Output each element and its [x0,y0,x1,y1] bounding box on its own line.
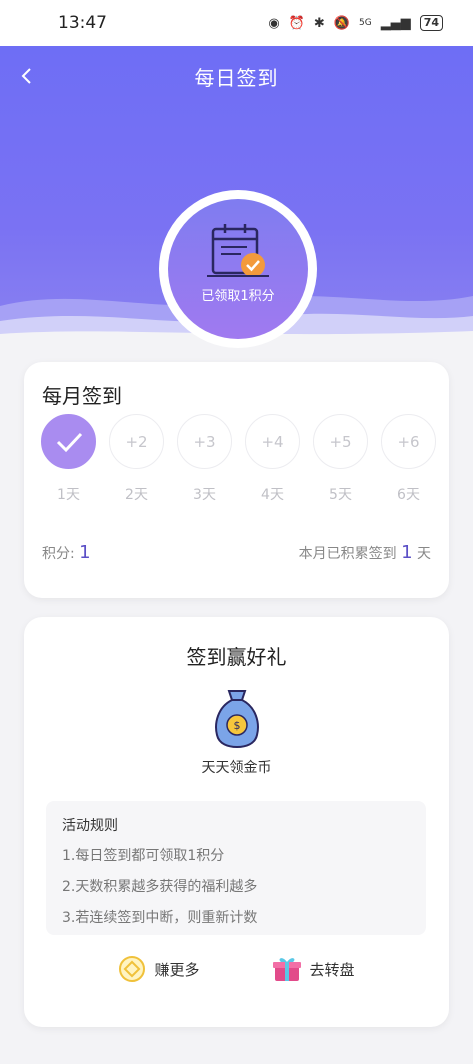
rule-item: 2.天数积累越多获得的福利越多 [62,879,258,895]
monthly-title: 每月签到 [42,384,122,408]
day-bonus: +3 [177,414,232,469]
status-icons: ◉ ⏰ ✱ 🔕 5G ▂▄▆ 74 [268,15,443,31]
coin-icon [119,956,146,982]
rules-box: 活动规则 1.每日签到都可领取1积分 2.天数积累越多获得的福利越多 3.若连续… [46,801,426,935]
day-label: 5天 [329,487,352,503]
day-2[interactable]: +2 2天 [109,414,164,504]
rule-item: 1.每日签到都可领取1积分 [62,848,225,864]
day-label: 6天 [397,487,420,503]
points-label: 积分: [42,546,75,562]
wheel-label: 去转盘 [309,960,355,979]
day-list: 1天 +2 2天 +3 3天 +4 4天 +5 5天 +6 6天 [41,414,436,504]
day-6[interactable]: +6 6天 [381,414,436,504]
points-value: 1 [79,542,91,563]
day-4[interactable]: +4 4天 [245,414,300,504]
accum-label: 本月已积累签到 [298,546,397,562]
accum-unit: 天 [417,546,431,562]
day-label: 1天 [57,487,80,503]
day-label: 4天 [261,487,284,503]
network-label: 5G [358,18,372,28]
mute-icon: 🔕 [333,15,350,31]
day-1-circle [41,414,96,469]
action-bar: 赚更多 去转盘 [24,955,449,983]
badge-inner: 已领取1积分 [168,199,308,339]
coin-label: 天天领金币 [201,760,272,776]
day-3[interactable]: +3 3天 [177,414,232,504]
signal-icon: ▂▄▆ [380,15,411,31]
status-time: 13:47 [58,13,107,33]
bluetooth-icon: ✱ [313,15,325,31]
alarm-icon: ⏰ [288,15,305,31]
gift-icon [272,958,301,981]
day-bonus: +2 [109,414,164,469]
rule-item: 3.若连续签到中断，则重新计数 [62,910,258,926]
points-summary: 积分: 1 [42,542,91,563]
badge-text: 已领取1积分 [201,289,275,304]
earn-more-label: 赚更多 [154,960,200,979]
day-label: 2天 [125,487,148,503]
day-bonus: +4 [245,414,300,469]
day-bonus: +6 [381,414,436,469]
eye-icon: ◉ [268,15,280,31]
check-icon [56,432,82,452]
day-label: 3天 [193,487,216,503]
svg-text:$: $ [234,719,241,732]
day-1[interactable]: 1天 [41,414,96,504]
reward-card: 签到赢好礼 $ 天天领金币 活动规则 1.每日签到都可领取1积分 2.天数积累越… [24,617,449,1027]
battery-icon: 74 [419,15,443,31]
monthly-checkin-card: 每月签到 1天 +2 2天 +3 3天 +4 4天 +5 5天 +6 6天 积分… [24,362,449,598]
page-title: 每日签到 [194,66,279,90]
day-5[interactable]: +5 5天 [313,414,368,504]
coin-bag-icon[interactable]: $ [212,687,262,749]
accumulated-summary: 本月已积累签到 1 天 [299,542,431,563]
reward-title: 签到赢好礼 [186,645,287,669]
accum-value: 1 [401,542,413,563]
rules-title: 活动规则 [62,818,118,834]
day-bonus: +5 [313,414,368,469]
calendar-check-icon [207,224,269,277]
checkin-badge: 已领取1积分 [159,190,317,348]
status-bar: 13:47 ◉ ⏰ ✱ 🔕 5G ▂▄▆ 74 [0,0,473,46]
earn-more-button[interactable]: 赚更多 [118,955,200,983]
wheel-button[interactable]: 去转盘 [272,955,355,983]
